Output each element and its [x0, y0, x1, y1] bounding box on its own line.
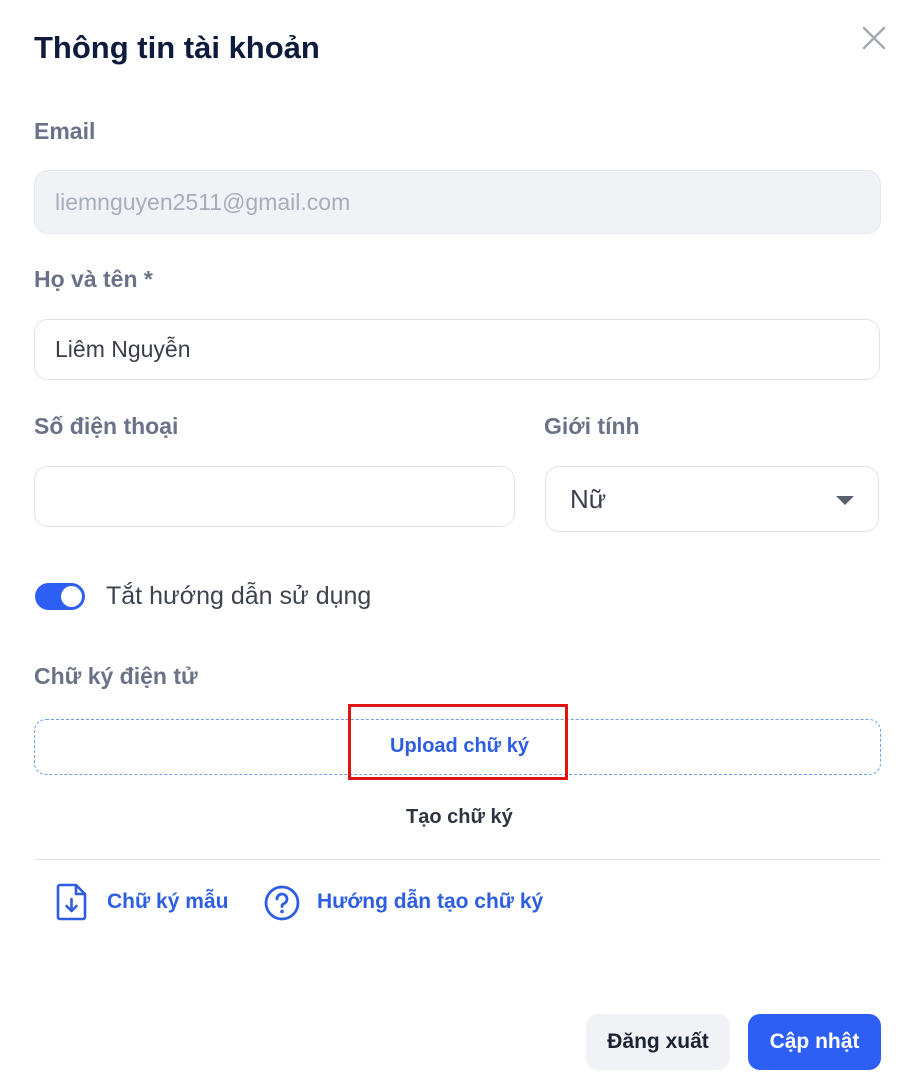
email-field: liemnguyen2511@gmail.com [34, 170, 881, 234]
help-icon[interactable] [263, 884, 301, 922]
fullname-field[interactable]: Liêm Nguyễn [34, 319, 880, 380]
create-signature-link[interactable]: Tạo chữ ký [406, 806, 513, 829]
file-download-icon[interactable] [55, 882, 89, 922]
chevron-down-icon [836, 496, 854, 505]
phone-label: Số điện thoại [34, 413, 179, 439]
fullname-value: Liêm Nguyễn [55, 336, 191, 362]
email-value: liemnguyen2511@gmail.com [55, 188, 351, 215]
toggle-knob [61, 586, 82, 607]
gender-label: Giới tính [544, 413, 640, 439]
divider [34, 859, 881, 860]
tutorial-toggle-label: Tắt hướng dẫn sử dụng [106, 582, 372, 610]
logout-button[interactable]: Đăng xuất [586, 1014, 730, 1070]
tutorial-toggle[interactable] [35, 583, 85, 610]
phone-field[interactable] [34, 466, 515, 527]
signature-guide-link[interactable]: Hướng dẫn tạo chữ ký [317, 890, 543, 914]
close-icon[interactable] [858, 22, 890, 54]
highlight-box [348, 704, 568, 780]
email-label: Email [34, 118, 96, 144]
signature-label: Chữ ký điện tử [34, 663, 198, 689]
fullname-label: Họ và tên * [34, 266, 153, 292]
gender-select[interactable]: Nữ [545, 466, 879, 532]
update-button[interactable]: Cập nhật [748, 1014, 881, 1070]
sample-signature-link[interactable]: Chữ ký mẫu [107, 890, 228, 914]
dialog-title: Thông tin tài khoản [34, 30, 320, 65]
gender-value: Nữ [570, 483, 607, 514]
